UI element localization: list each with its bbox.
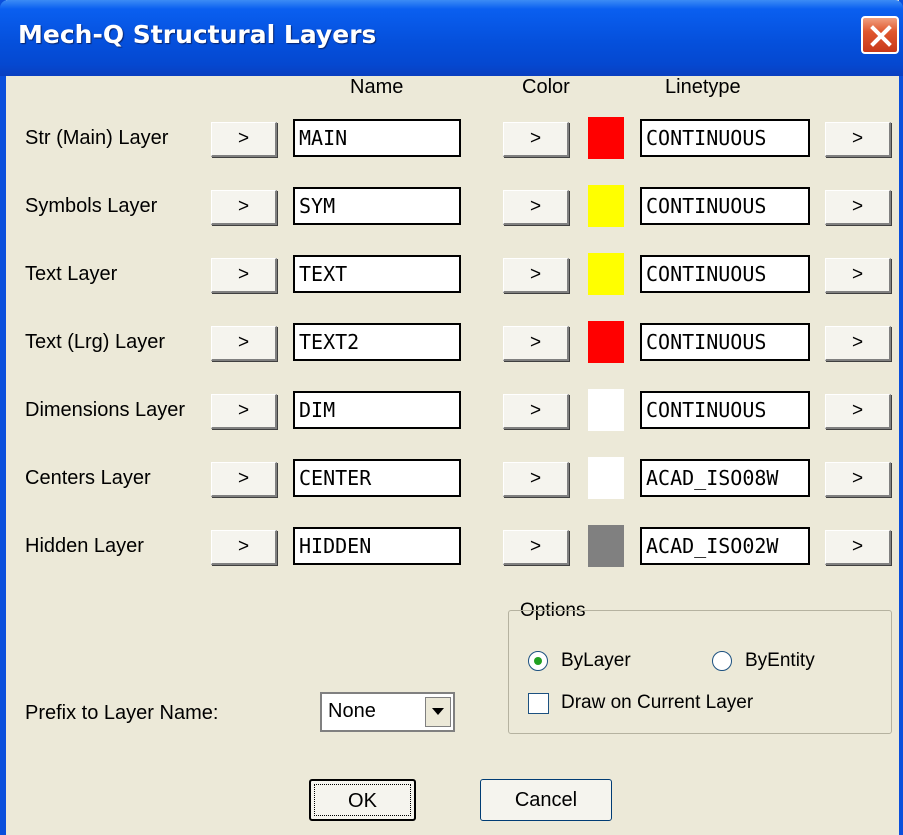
select-color-button-dimensions-layer[interactable]: >	[503, 394, 569, 429]
select-color-button-str-main-layer[interactable]: >	[503, 122, 569, 157]
prefix-label: Prefix to Layer Name:	[25, 702, 219, 724]
layer-name-field-dimensions-layer[interactable]: DIM	[293, 391, 461, 429]
linetype-field-symbols-layer[interactable]: CONTINUOUS	[640, 187, 810, 225]
select-linetype-button-str-main-layer[interactable]: >	[825, 122, 891, 157]
layer-name-field-centers-layer[interactable]: CENTER	[293, 459, 461, 497]
layer-name-field-hidden-layer[interactable]: HIDDEN	[293, 527, 461, 565]
linetype-field-str-main-layer[interactable]: CONTINUOUS	[640, 119, 810, 157]
select-color-button-symbols-layer[interactable]: >	[503, 190, 569, 225]
prefix-select-value: None	[328, 700, 376, 722]
select-layer-button-symbols-layer[interactable]: >	[211, 190, 277, 225]
title-bar[interactable]: Mech-Q Structural Layers	[0, 0, 903, 76]
row-label-symbols-layer: Symbols Layer	[25, 195, 158, 217]
color-swatch-hidden-layer	[588, 525, 624, 567]
select-linetype-button-text-lrg-layer[interactable]: >	[825, 326, 891, 361]
layer-name-field-str-main-layer[interactable]: MAIN	[293, 119, 461, 157]
column-header-linetype: Linetype	[665, 76, 741, 98]
ok-button[interactable]: OK	[309, 779, 416, 821]
select-layer-button-text-lrg-layer[interactable]: >	[211, 326, 277, 361]
row-label-text-lrg-layer: Text (Lrg) Layer	[25, 331, 166, 353]
select-layer-button-text-layer[interactable]: >	[211, 258, 277, 293]
layer-name-field-text-layer[interactable]: TEXT	[293, 255, 461, 293]
close-button[interactable]	[861, 16, 899, 54]
color-swatch-text-lrg-layer	[588, 321, 624, 363]
layer-name-field-symbols-layer[interactable]: SYM	[293, 187, 461, 225]
options-group	[508, 610, 892, 734]
select-layer-button-hidden-layer[interactable]: >	[211, 530, 277, 565]
select-linetype-button-centers-layer[interactable]: >	[825, 462, 891, 497]
row-label-str-main-layer: Str (Main) Layer	[25, 127, 169, 149]
byentity-label[interactable]: ByEntity	[745, 650, 815, 672]
prefix-dropdown-button[interactable]	[425, 697, 451, 727]
color-swatch-symbols-layer	[588, 185, 624, 227]
ok-button-label: OK	[314, 784, 411, 816]
close-icon	[870, 25, 892, 47]
row-label-text-layer: Text Layer	[25, 263, 118, 285]
cancel-button[interactable]: Cancel	[480, 779, 612, 821]
color-swatch-text-layer	[588, 253, 624, 295]
draw-current-layer-checkbox[interactable]	[528, 693, 549, 714]
select-layer-button-centers-layer[interactable]: >	[211, 462, 277, 497]
linetype-field-hidden-layer[interactable]: ACAD_ISO02W	[640, 527, 810, 565]
prefix-select[interactable]: None	[320, 692, 455, 732]
select-linetype-button-symbols-layer[interactable]: >	[825, 190, 891, 225]
linetype-field-text-lrg-layer[interactable]: CONTINUOUS	[640, 323, 810, 361]
linetype-field-text-layer[interactable]: CONTINUOUS	[640, 255, 810, 293]
bylayer-label[interactable]: ByLayer	[561, 650, 631, 672]
layer-name-field-text-lrg-layer[interactable]: TEXT2	[293, 323, 461, 361]
select-color-button-hidden-layer[interactable]: >	[503, 530, 569, 565]
row-label-dimensions-layer: Dimensions Layer	[25, 399, 186, 421]
row-label-hidden-layer: Hidden Layer	[25, 535, 144, 557]
linetype-field-dimensions-layer[interactable]: CONTINUOUS	[640, 391, 810, 429]
select-layer-button-dimensions-layer[interactable]: >	[211, 394, 277, 429]
byentity-radio[interactable]	[712, 651, 732, 671]
select-linetype-button-hidden-layer[interactable]: >	[825, 530, 891, 565]
select-color-button-text-lrg-layer[interactable]: >	[503, 326, 569, 361]
window-title: Mech-Q Structural Layers	[18, 20, 377, 49]
chevron-down-icon	[432, 708, 444, 715]
draw-current-layer-label[interactable]: Draw on Current Layer	[561, 692, 753, 714]
select-linetype-button-text-layer[interactable]: >	[825, 258, 891, 293]
bylayer-radio[interactable]	[528, 651, 548, 671]
row-label-centers-layer: Centers Layer	[25, 467, 151, 489]
color-swatch-centers-layer	[588, 457, 624, 499]
column-header-color: Color	[522, 76, 570, 98]
column-header-name: Name	[350, 76, 404, 98]
select-linetype-button-dimensions-layer[interactable]: >	[825, 394, 891, 429]
select-color-button-text-layer[interactable]: >	[503, 258, 569, 293]
color-swatch-dimensions-layer	[588, 389, 624, 431]
select-color-button-centers-layer[interactable]: >	[503, 462, 569, 497]
linetype-field-centers-layer[interactable]: ACAD_ISO08W	[640, 459, 810, 497]
select-layer-button-str-main-layer[interactable]: >	[211, 122, 277, 157]
color-swatch-str-main-layer	[588, 117, 624, 159]
